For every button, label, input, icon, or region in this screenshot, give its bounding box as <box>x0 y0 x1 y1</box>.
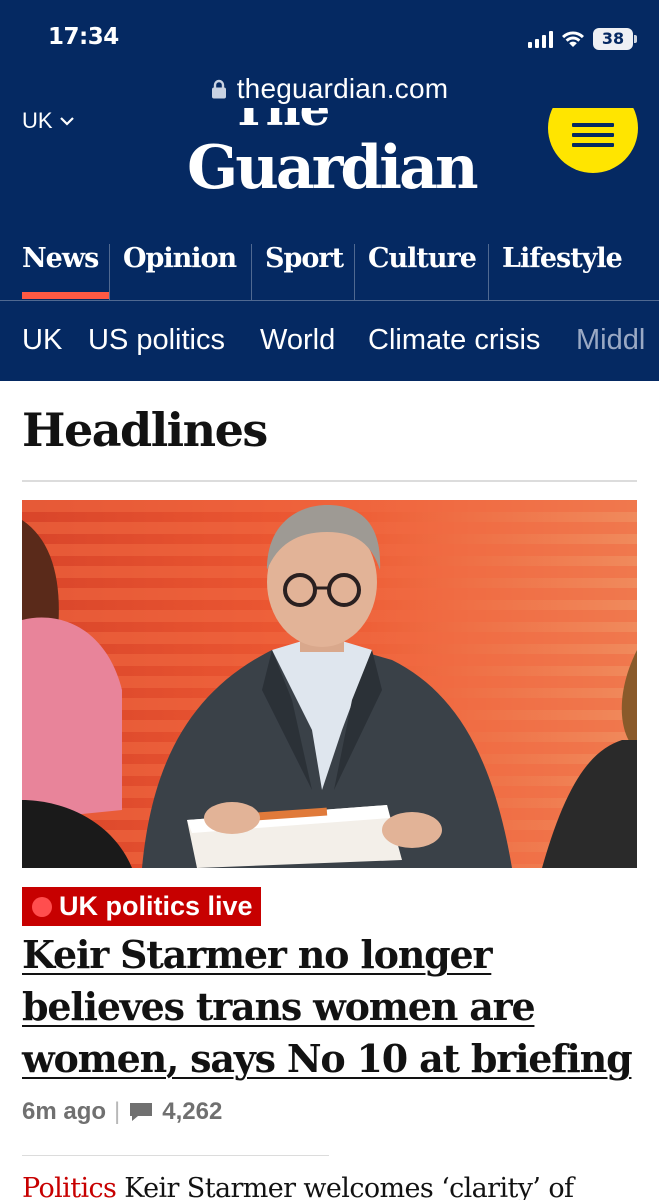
edition-label: UK <box>22 112 53 133</box>
meta-separator: | <box>114 1098 121 1125</box>
menu-button[interactable] <box>548 108 638 173</box>
status-time: 17:34 <box>48 24 119 50</box>
next-story-kicker: Politics <box>22 1173 117 1200</box>
battery-icon: 38 <box>593 28 637 50</box>
pillar-lifestyle[interactable]: Lifestyle <box>502 240 632 300</box>
main-content: Headlines UK politics live Keir Starmer … <box>0 381 659 1200</box>
pillar-label: Sport <box>265 243 344 274</box>
lead-story-image[interactable] <box>22 500 637 868</box>
guardian-logo[interactable]: The Guardian <box>187 108 527 208</box>
selected-pillar-indicator <box>22 292 109 299</box>
pillar-label: News <box>22 243 99 274</box>
subnav-item-world[interactable]: World <box>260 324 335 357</box>
status-bar: 17:34 38 <box>0 0 659 70</box>
top-header: 17:34 38 theguardian.com UK The Guardian… <box>0 0 659 381</box>
pillar-divider <box>109 244 110 300</box>
comment-icon[interactable] <box>128 1101 154 1123</box>
pillar-culture[interactable]: Culture <box>368 240 484 300</box>
hamburger-menu-icon <box>572 123 614 127</box>
live-dot-icon <box>32 896 52 917</box>
subnav-item-us-politics[interactable]: US politics <box>88 324 225 357</box>
signal-icon <box>528 30 553 48</box>
next-story-headline: Keir Starmer welcomes ‘clarity’ of <box>124 1173 574 1200</box>
story-meta: 6m ago | 4,262 <box>22 1095 222 1129</box>
pillar-divider <box>251 244 252 300</box>
pillar-label: Culture <box>368 243 477 274</box>
chevron-down-icon <box>59 112 75 130</box>
divider <box>22 480 637 482</box>
wifi-icon <box>561 30 585 48</box>
pillar-sport[interactable]: Sport <box>265 240 349 300</box>
sub-nav: UK US politics World Climate crisis Midd… <box>0 302 659 381</box>
live-kicker[interactable]: UK politics live <box>22 887 261 926</box>
url-text[interactable]: theguardian.com <box>237 73 449 105</box>
subnav-item-climate-crisis[interactable]: Climate crisis <box>368 324 540 357</box>
masthead: UK The Guardian <box>0 108 659 240</box>
status-icons: 38 <box>528 28 637 50</box>
section-title: Headlines <box>22 403 268 457</box>
edition-selector[interactable]: UK <box>22 112 75 142</box>
divider <box>22 1155 329 1156</box>
pillar-divider <box>354 244 355 300</box>
next-story[interactable]: Politics Keir Starmer welcomes ‘clarity’… <box>22 1173 659 1200</box>
pillar-opinion[interactable]: Opinion <box>123 240 245 300</box>
pillar-nav: News Opinion Sport Culture Lifestyle <box>0 240 659 301</box>
lock-icon <box>211 79 227 99</box>
address-bar[interactable]: theguardian.com <box>0 70 659 108</box>
logo-guardian: Guardian <box>187 133 479 203</box>
pillar-divider <box>488 244 489 300</box>
subnav-item-middle-east[interactable]: Middl <box>576 324 645 357</box>
pillar-label: Opinion <box>123 243 237 274</box>
pillar-label: Lifestyle <box>502 243 623 274</box>
kicker-label: UK politics live <box>59 891 253 921</box>
comment-count[interactable]: 4,262 <box>162 1098 222 1126</box>
story-age: 6m ago <box>22 1098 107 1125</box>
lead-headline[interactable]: Keir Starmer no longer believes trans wo… <box>22 929 642 1085</box>
pillar-news[interactable]: News <box>22 240 108 300</box>
subnav-item-uk[interactable]: UK <box>22 324 62 357</box>
